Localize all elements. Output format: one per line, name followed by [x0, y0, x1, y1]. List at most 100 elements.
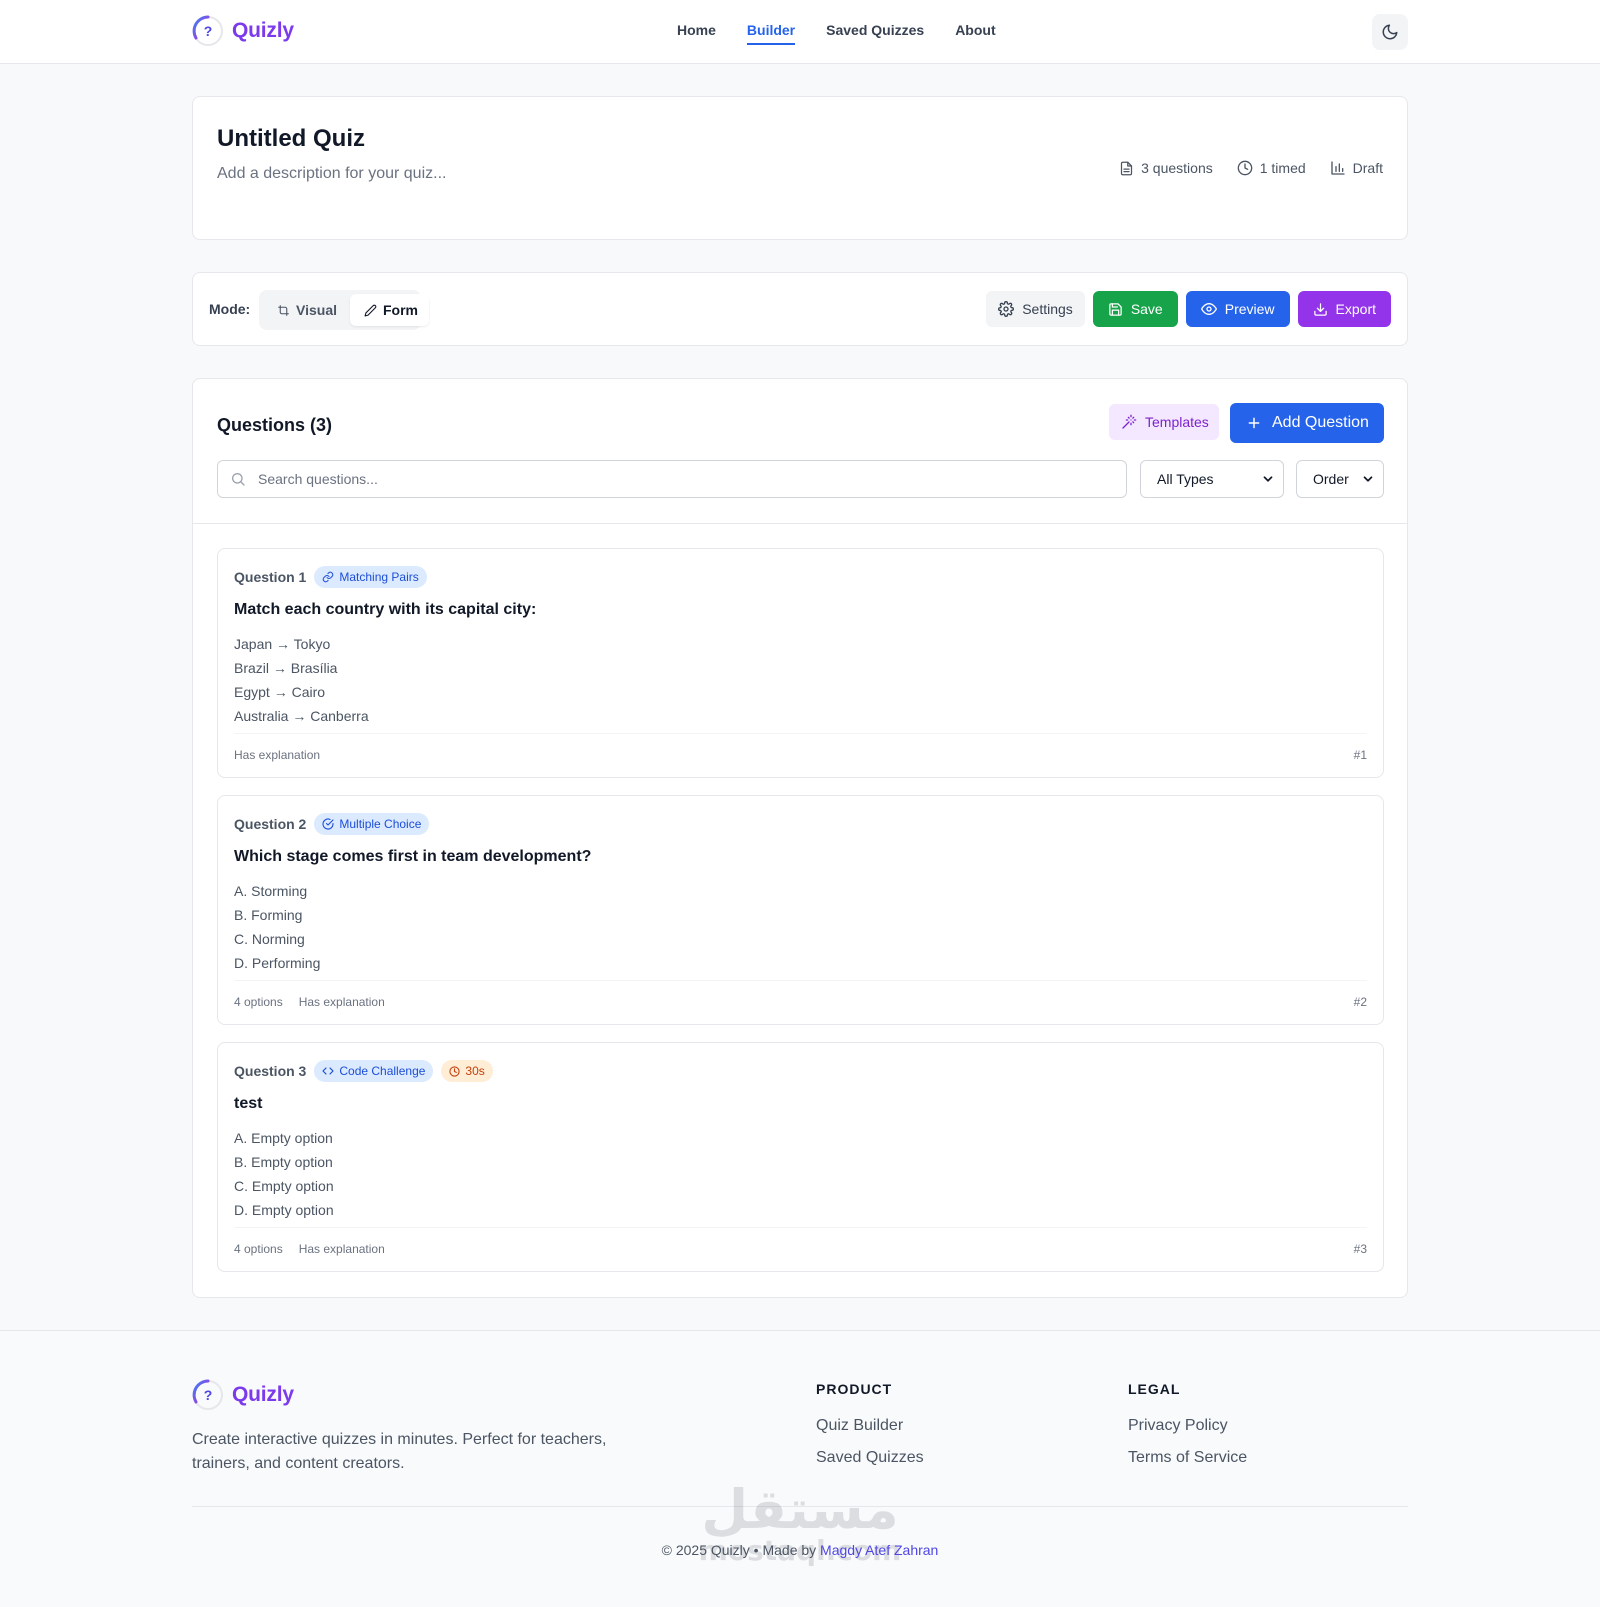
options-count: 4 options: [234, 1242, 283, 1256]
mode-form-button[interactable]: Form: [350, 294, 429, 326]
footer-description: Create interactive quizzes in minutes. P…: [192, 1431, 607, 1472]
builder-toolbar: Mode: Visual Form Settings Save Preview …: [192, 272, 1408, 346]
questions-panel: Questions (3) Templates Add Question All…: [192, 378, 1408, 1298]
top-navbar: ? Quizly Home Builder Saved Quizzes Abou…: [0, 0, 1600, 64]
question-type-label: Multiple Choice: [339, 817, 422, 831]
magic-wand-icon: [1122, 414, 1137, 429]
question-type-label: Code Challenge: [339, 1064, 426, 1078]
pencil-icon: [364, 304, 377, 316]
question-option: A. Empty option: [234, 1130, 333, 1146]
mode-switch: Visual Form: [259, 290, 429, 330]
question-options: Japan → Tokyo Brazil → Brasília Egypt → …: [234, 632, 369, 728]
question-text: Which stage comes first in team developm…: [234, 848, 592, 865]
question-card[interactable]: Question 3 Code Challenge 30s test A. Em…: [217, 1042, 1384, 1272]
question-option: Egypt → Cairo: [234, 684, 326, 700]
quiz-info-card: Untitled Quiz Add a description for your…: [192, 96, 1408, 240]
author-link[interactable]: Magdy Atef Zahran: [820, 1542, 938, 1558]
question-options: A. Storming B. Forming C. Norming D. Per…: [234, 879, 320, 975]
footer-brand[interactable]: ? Quizly: [192, 1379, 294, 1411]
questions-divider: [193, 523, 1407, 524]
question-type-label: Matching Pairs: [339, 570, 419, 584]
question-text: test: [234, 1095, 263, 1112]
question-option: B. Forming: [234, 907, 303, 923]
code-icon: [322, 1067, 334, 1075]
footer-product-column: PRODUCT Quiz Builder Saved Quizzes: [816, 1381, 924, 1481]
type-filter-value: All Types: [1157, 471, 1214, 487]
brand-name: Quizly: [232, 19, 294, 42]
clock-icon: [449, 1065, 461, 1077]
nav-builder[interactable]: Builder: [746, 22, 796, 45]
mode-visual-button[interactable]: Visual: [263, 294, 348, 326]
clock-icon: [1237, 160, 1253, 176]
plus-icon: [1248, 417, 1260, 429]
question-option: C. Empty option: [234, 1178, 334, 1194]
workflow-icon: [278, 304, 289, 316]
meta-timed: 1 timed: [1237, 160, 1306, 176]
question-label-row: Question 2 Multiple Choice: [234, 813, 430, 835]
link-icon: [323, 571, 334, 583]
preview-label: Preview: [1224, 301, 1275, 317]
footer-brand-name: Quizly: [232, 1383, 294, 1406]
timer-badge: 30s: [441, 1060, 493, 1082]
settings-button[interactable]: Settings: [986, 291, 1085, 327]
footer-link-quiz-builder[interactable]: Quiz Builder: [816, 1417, 924, 1435]
templates-button[interactable]: Templates: [1109, 404, 1219, 440]
footer-link-saved-quizzes[interactable]: Saved Quizzes: [816, 1449, 924, 1467]
sort-select[interactable]: Order: [1296, 460, 1384, 498]
document-icon: [1121, 161, 1133, 175]
question-option: D. Performing: [234, 955, 321, 971]
question-card[interactable]: Question 2 Multiple Choice Which stage c…: [217, 795, 1384, 1025]
question-number: Question 3: [234, 1063, 307, 1079]
meta-status-text: Draft: [1352, 160, 1383, 176]
question-option: B. Empty option: [234, 1154, 333, 1170]
page-footer: ? Quizly Create interactive quizzes in m…: [0, 1330, 1600, 1607]
main-nav: Home Builder Saved Quizzes About: [677, 22, 996, 45]
question-option: Brazil → Brasília: [234, 660, 338, 676]
svg-text:?: ?: [204, 1387, 213, 1403]
type-filter-select[interactable]: All Types: [1140, 460, 1284, 498]
gear-icon: [998, 301, 1015, 317]
question-index: #3: [1353, 1242, 1367, 1256]
quiz-description[interactable]: Add a description for your quiz...: [217, 165, 446, 183]
check-circle-icon: [322, 818, 334, 830]
quiz-logo-icon: ?: [192, 15, 224, 47]
sort-value: Order: [1313, 471, 1349, 487]
footer-link-terms[interactable]: Terms of Service: [1128, 1449, 1247, 1467]
svg-text:?: ?: [204, 23, 213, 39]
questions-heading: Questions (3): [217, 415, 333, 435]
quiz-title[interactable]: Untitled Quiz: [217, 125, 365, 153]
question-footer: Has explanation: [234, 748, 320, 762]
save-icon: [1109, 302, 1122, 316]
question-label-row: Question 1 Matching Pairs: [234, 566, 427, 588]
mode-label: Mode:: [209, 301, 251, 317]
add-question-button[interactable]: Add Question: [1230, 403, 1384, 443]
question-option: D. Empty option: [234, 1202, 334, 1218]
question-type-badge: Multiple Choice: [314, 813, 430, 835]
question-index: #1: [1353, 748, 1367, 762]
theme-toggle-button[interactable]: [1372, 14, 1408, 50]
footer-divider: [192, 1506, 1408, 1507]
templates-label: Templates: [1145, 414, 1209, 430]
toolbar-actions: Settings Save Preview Export: [986, 291, 1391, 327]
question-type-badge: Matching Pairs: [314, 566, 427, 588]
export-button[interactable]: Export: [1297, 291, 1391, 327]
question-label-row: Question 3 Code Challenge 30s: [234, 1060, 493, 1082]
nav-saved-quizzes[interactable]: Saved Quizzes: [826, 22, 924, 45]
meta-questions: 3 questions: [1119, 160, 1213, 176]
footer-link-privacy[interactable]: Privacy Policy: [1128, 1417, 1247, 1435]
question-card[interactable]: Question 1 Matching Pairs Match each cou…: [217, 548, 1384, 778]
meta-status: Draft: [1330, 160, 1383, 176]
question-index: #2: [1353, 995, 1367, 1009]
question-separator: [234, 980, 1367, 981]
question-text: Match each country with its capital city…: [234, 601, 537, 618]
preview-button[interactable]: Preview: [1185, 291, 1290, 327]
nav-about[interactable]: About: [955, 22, 995, 45]
nav-home[interactable]: Home: [677, 22, 716, 45]
question-footer: 4 options Has explanation: [234, 1242, 385, 1256]
question-options: A. Empty option B. Empty option C. Empty…: [234, 1126, 334, 1222]
bar-chart-icon: [1330, 161, 1345, 175]
brand-logo-link[interactable]: ? Quizly: [192, 15, 294, 47]
footer-legal-heading: LEGAL: [1128, 1381, 1181, 1397]
save-button[interactable]: Save: [1092, 291, 1178, 327]
search-questions-input[interactable]: [258, 471, 1108, 487]
